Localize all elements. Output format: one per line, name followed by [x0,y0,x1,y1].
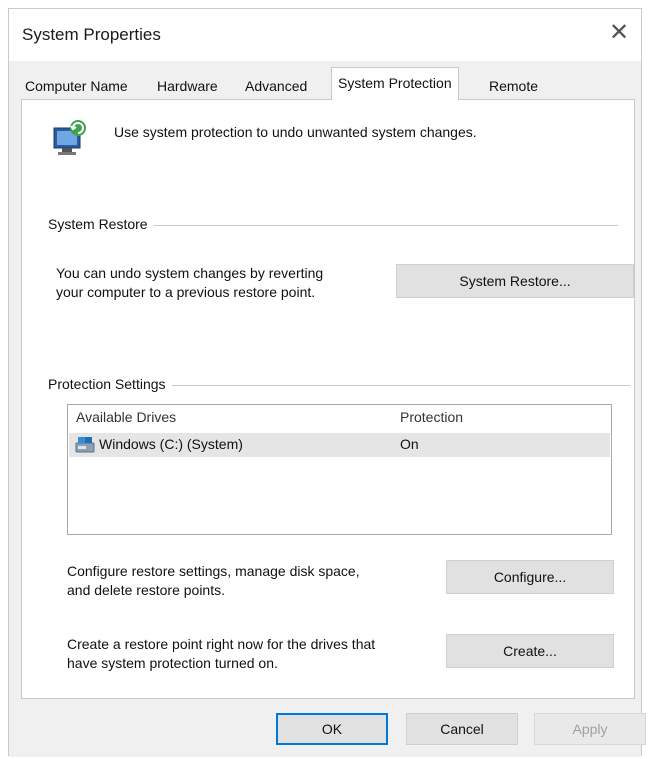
tab-system-protection[interactable]: System Protection [331,67,459,100]
configure-description-line1: Configure restore settings, manage disk … [67,563,360,579]
system-restore-description-line1: You can undo system changes by reverting [56,265,324,281]
system-restore-description-line2: your computer to a previous restore poin… [56,284,316,300]
window-title: System Properties [22,25,161,44]
ok-button[interactable]: OK [276,713,388,745]
system-restore-description: You can undo system changes by reverting… [56,264,323,302]
system-restore-button[interactable]: System Restore... [396,264,634,298]
tab-computer-name[interactable]: Computer Name [19,73,134,99]
tab-strip: Computer Name Hardware Advanced System P… [9,67,641,100]
drive-name: Windows (C:) (System) [99,436,243,452]
drives-list[interactable]: Available Drives Protection Windows (C:)… [67,404,612,535]
column-protection[interactable]: Protection [400,409,463,425]
apply-button[interactable]: Apply [534,713,646,745]
drive-protection-status: On [400,436,419,452]
table-row[interactable]: Windows (C:) (System) On [69,433,610,457]
tab-advanced[interactable]: Advanced [239,73,313,99]
system-restore-group-label: System Restore [48,216,154,232]
column-available-drives[interactable]: Available Drives [76,409,176,425]
configure-description: Configure restore settings, manage disk … [67,562,360,600]
protection-settings-group-label: Protection Settings [48,376,172,392]
drives-list-header: Available Drives Protection [68,405,611,429]
intro-text: Use system protection to undo unwanted s… [114,124,477,140]
close-icon[interactable]: ✕ [605,19,633,47]
system-protection-panel: Use system protection to undo unwanted s… [21,99,635,699]
tab-remote[interactable]: Remote [483,73,544,99]
create-description-line1: Create a restore point right now for the… [67,636,376,652]
create-description: Create a restore point right now for the… [67,635,375,673]
dialog-footer: OK Cancel Apply [9,699,646,757]
system-protection-icon [53,120,86,155]
cancel-button[interactable]: Cancel [406,713,518,745]
drive-icon [75,437,95,453]
title-bar: System Properties ✕ [9,9,641,61]
system-properties-window: System Properties ✕ Computer Name Hardwa… [8,8,646,757]
create-description-line2: have system protection turned on. [67,655,278,671]
create-button[interactable]: Create... [446,634,614,668]
configure-description-line2: and delete restore points. [67,582,225,598]
configure-button[interactable]: Configure... [446,560,614,594]
tab-hardware[interactable]: Hardware [151,73,224,99]
